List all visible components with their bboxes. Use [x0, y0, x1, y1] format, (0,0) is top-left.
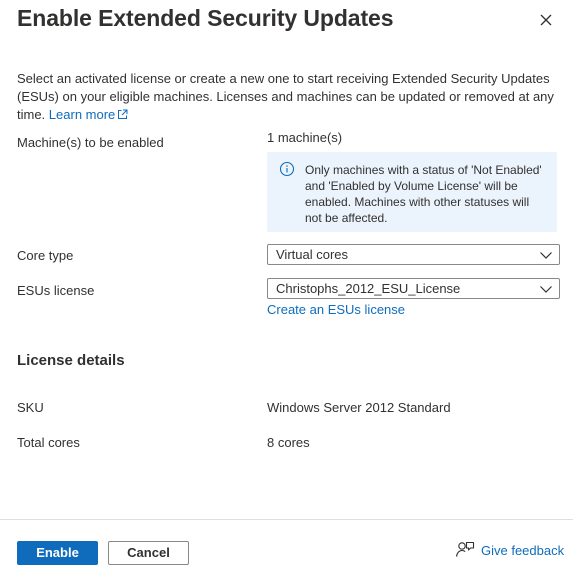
- dialog-title: Enable Extended Security Updates: [17, 5, 394, 31]
- sku-label: SKU: [17, 400, 44, 415]
- learn-more-link[interactable]: Learn more: [49, 107, 128, 122]
- external-link-icon: [118, 109, 128, 119]
- info-icon: [279, 161, 295, 177]
- core-type-label: Core type: [17, 248, 74, 263]
- cancel-button[interactable]: Cancel: [108, 541, 189, 565]
- license-details-title: License details: [17, 352, 125, 369]
- total-cores-value: 8 cores: [267, 435, 310, 450]
- total-cores-label: Total cores: [17, 435, 80, 450]
- dialog-description: Select an activated license or create a …: [17, 70, 557, 124]
- chevron-down-icon: [540, 252, 552, 259]
- footer-divider: [0, 519, 573, 520]
- learn-more-label: Learn more: [48, 107, 116, 122]
- close-button[interactable]: [537, 11, 555, 29]
- esus-license-select[interactable]: Christophs_2012_ESU_License: [267, 278, 560, 299]
- info-box: Only machines with a status of 'Not Enab…: [267, 152, 557, 232]
- machines-value: 1 machine(s): [267, 130, 343, 145]
- core-type-value: Virtual cores: [276, 247, 349, 262]
- close-icon: [540, 14, 552, 26]
- enable-button[interactable]: Enable: [17, 541, 98, 565]
- create-esus-license-link[interactable]: Create an ESUs license: [267, 302, 405, 317]
- feedback-icon: [455, 541, 475, 557]
- esus-license-label: ESUs license: [17, 283, 95, 298]
- info-text: Only machines with a status of 'Not Enab…: [305, 163, 542, 225]
- give-feedback-label: Give feedback: [481, 543, 565, 558]
- machines-label: Machine(s) to be enabled: [17, 135, 164, 150]
- core-type-select[interactable]: Virtual cores: [267, 244, 560, 265]
- sku-value: Windows Server 2012 Standard: [267, 400, 451, 415]
- chevron-down-icon: [540, 286, 552, 293]
- esus-license-value: Christophs_2012_ESU_License: [276, 281, 461, 296]
